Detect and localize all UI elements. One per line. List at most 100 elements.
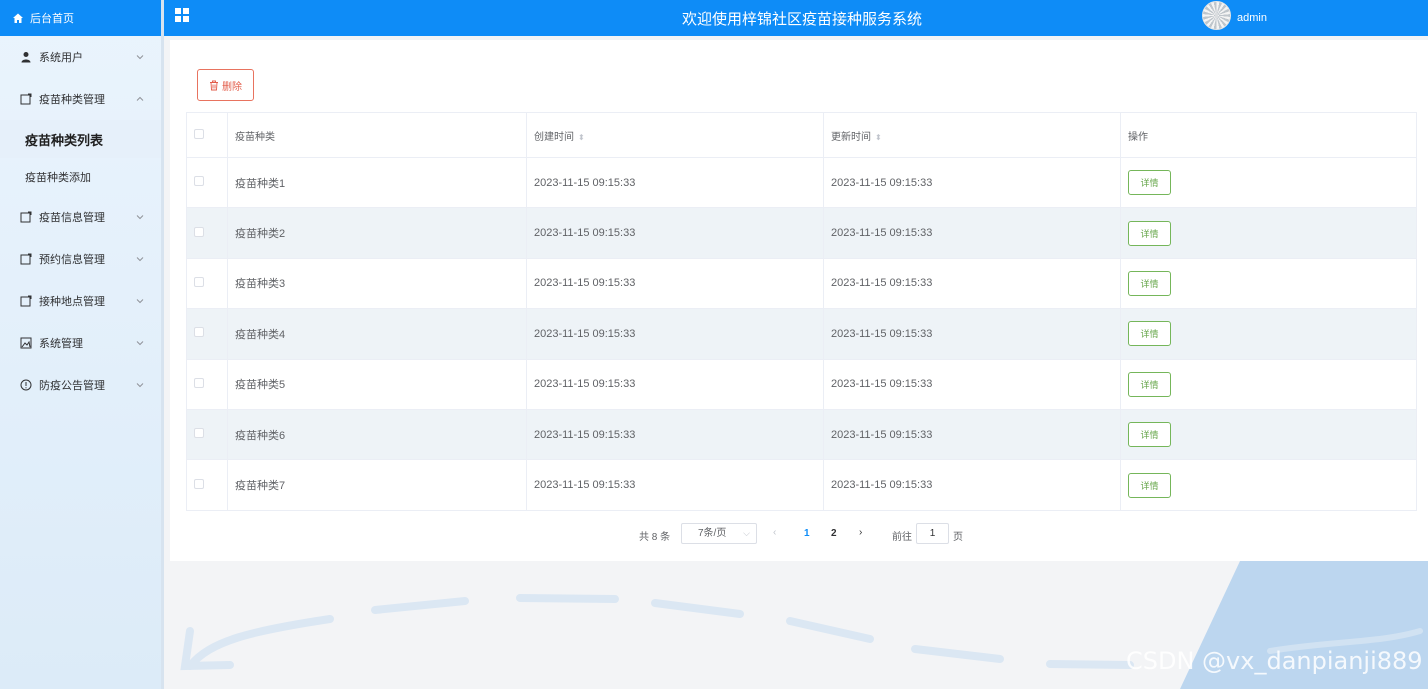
chevron-down-icon <box>136 383 144 388</box>
created-time-cell: 2023-11-15 09:15:33 <box>526 156 824 209</box>
sidebar-item-announcement[interactable]: 防疫公告管理 <box>0 364 161 406</box>
sidebar: 后台首页 系统用户 疫苗种类管理 疫苗种类列表 疫苗种类添加 疫苗信息管理 预约… <box>0 0 164 689</box>
user-icon <box>20 51 32 63</box>
row-checkbox[interactable] <box>194 377 204 388</box>
detail-button[interactable]: 详情 <box>1128 170 1171 196</box>
sidebar-item-label: 接种地点管理 <box>39 296 105 308</box>
detail-button[interactable]: 详情 <box>1128 371 1171 397</box>
updated-time-cell: 2023-11-15 09:15:33 <box>823 408 1121 461</box>
vaccine-type-cell: 疫苗种类5 <box>227 358 527 410</box>
created-time-cell: 2023-11-15 09:15:33 <box>526 358 824 410</box>
chevron-up-icon <box>136 96 144 101</box>
detail-button[interactable]: 详情 <box>1128 472 1171 498</box>
sidebar-subitem-vaccine-type-add[interactable]: 疫苗种类添加 <box>0 158 161 196</box>
trash-icon <box>210 80 218 90</box>
sidebar-item-system-management[interactable]: 系统管理 <box>0 322 161 364</box>
actions-cell: 详情 <box>1120 358 1417 410</box>
actions-cell: 详情 <box>1120 408 1417 461</box>
column-header-updated[interactable]: 更新时间 ⬍ <box>823 112 1121 158</box>
picture-icon <box>20 337 32 349</box>
goto-page-input[interactable]: 1 <box>916 523 949 544</box>
chevron-down-icon: ⌵ <box>743 528 750 538</box>
row-select-cell <box>186 358 228 410</box>
actions-cell: 详情 <box>1120 308 1417 360</box>
sort-icon[interactable]: ⬍ <box>578 133 585 142</box>
table-row: 疫苗种类5 2023-11-15 09:15:33 2023-11-15 09:15… <box>186 358 1417 410</box>
sidebar-item-label: 系统用户 <box>39 52 83 64</box>
vaccine-type-cell: 疫苗种类1 <box>227 156 527 209</box>
page-size-value: 7条/页 <box>698 528 727 539</box>
pagination-total: 共 8 条 <box>639 532 671 543</box>
row-checkbox[interactable] <box>194 428 204 439</box>
row-checkbox[interactable] <box>194 276 204 287</box>
pagination: 共 8 条 7条/页 ⌵ ‹ 1 2 › 前往 1 页 <box>170 523 1428 545</box>
folder-icon <box>20 93 32 105</box>
row-checkbox[interactable] <box>194 478 204 489</box>
updated-time-cell: 2023-11-15 09:15:33 <box>823 207 1121 259</box>
row-checkbox[interactable] <box>194 176 204 187</box>
page-size-select[interactable]: 7条/页 ⌵ <box>681 523 757 544</box>
column-header-vaccine-type: 疫苗种类 <box>227 112 527 158</box>
select-all-cell <box>186 112 228 158</box>
vaccine-type-cell: 疫苗种类3 <box>227 257 527 310</box>
updated-time-cell: 2023-11-15 09:15:33 <box>823 308 1121 360</box>
detail-button[interactable]: 详情 <box>1128 220 1171 246</box>
updated-time-cell: 2023-11-15 09:15:33 <box>823 156 1121 209</box>
goto-label: 前往 <box>892 532 912 543</box>
main-content: 删除 疫苗种类 创建时间 ⬍ 更新时间 ⬍ 操作 疫苗种类1 2023-11-15 0… <box>170 40 1428 561</box>
vaccine-type-cell: 疫苗种类6 <box>227 408 527 461</box>
avatar[interactable] <box>1202 1 1231 30</box>
updated-time-cell: 2023-11-15 09:15:33 <box>823 257 1121 310</box>
chevron-down-icon <box>136 299 144 304</box>
table-row: 疫苗种类3 2023-11-15 09:15:33 2023-11-15 09:15… <box>186 257 1417 310</box>
table-row: 疫苗种类6 2023-11-15 09:15:33 2023-11-15 09:15… <box>186 408 1417 461</box>
username[interactable]: admin <box>1237 12 1267 24</box>
actions-cell: 详情 <box>1120 257 1417 310</box>
sort-icon[interactable]: ⬍ <box>875 133 882 142</box>
sidebar-home-label: 后台首页 <box>30 13 74 25</box>
sidebar-item-label: 疫苗种类管理 <box>39 94 105 106</box>
info-icon <box>20 379 32 391</box>
chevron-down-icon <box>136 257 144 262</box>
row-checkbox[interactable] <box>194 226 204 237</box>
sidebar-item-vaccination-site[interactable]: 接种地点管理 <box>0 280 161 322</box>
sidebar-item-system-users[interactable]: 系统用户 <box>0 36 161 78</box>
sidebar-subitem-vaccine-type-list[interactable]: 疫苗种类列表 <box>0 120 161 158</box>
page-number-1[interactable]: 1 <box>804 528 810 539</box>
sidebar-item-vaccine-type[interactable]: 疫苗种类管理 <box>0 78 161 120</box>
row-select-cell <box>186 156 228 209</box>
folder-icon <box>20 253 32 265</box>
delete-button[interactable]: 删除 <box>197 69 254 101</box>
updated-time-cell: 2023-11-15 09:15:33 <box>823 459 1121 511</box>
sidebar-item-label: 预约信息管理 <box>39 254 105 266</box>
sidebar-item-vaccine-info[interactable]: 疫苗信息管理 <box>0 196 161 238</box>
sidebar-item-appointment-info[interactable]: 预约信息管理 <box>0 238 161 280</box>
table-row: 疫苗种类1 2023-11-15 09:15:33 2023-11-15 09:15… <box>186 156 1417 209</box>
home-icon <box>12 12 24 24</box>
row-select-cell <box>186 257 228 310</box>
created-time-cell: 2023-11-15 09:15:33 <box>526 257 824 310</box>
folder-icon <box>20 211 32 223</box>
vaccine-type-cell: 疫苗种类4 <box>227 308 527 360</box>
chevron-down-icon <box>136 215 144 220</box>
goto-suffix: 页 <box>953 532 963 543</box>
created-time-cell: 2023-11-15 09:15:33 <box>526 408 824 461</box>
sidebar-subitem-label: 疫苗种类添加 <box>25 172 91 184</box>
sidebar-item-label: 防疫公告管理 <box>39 380 105 392</box>
detail-button[interactable]: 详情 <box>1128 422 1171 448</box>
sidebar-home-link[interactable]: 后台首页 <box>0 0 161 36</box>
select-all-checkbox[interactable] <box>194 128 204 139</box>
column-header-created[interactable]: 创建时间 ⬍ <box>526 112 824 158</box>
next-page-button[interactable]: › <box>859 527 862 538</box>
detail-button[interactable]: 详情 <box>1128 321 1171 347</box>
row-select-cell <box>186 207 228 259</box>
vaccine-type-table: 疫苗种类 创建时间 ⬍ 更新时间 ⬍ 操作 疫苗种类1 2023-11-15 09:1… <box>186 112 1417 511</box>
folder-icon <box>20 295 32 307</box>
detail-button[interactable]: 详情 <box>1128 270 1171 296</box>
row-checkbox[interactable] <box>194 327 204 338</box>
vaccine-type-cell: 疫苗种类7 <box>227 459 527 511</box>
prev-page-button[interactable]: ‹ <box>773 527 776 538</box>
page-number-2[interactable]: 2 <box>831 528 837 539</box>
vaccine-type-cell: 疫苗种类2 <box>227 207 527 259</box>
actions-cell: 详情 <box>1120 459 1417 511</box>
